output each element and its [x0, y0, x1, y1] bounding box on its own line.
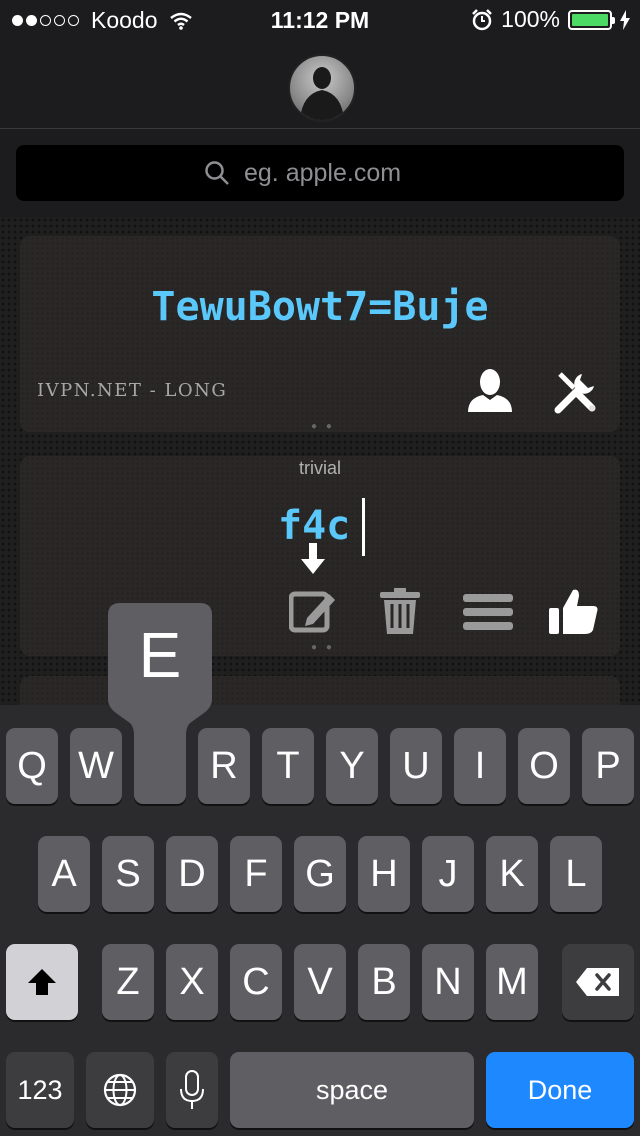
delete-key[interactable]	[562, 944, 634, 1020]
site-label: IVPN.NET - LONG	[37, 380, 228, 401]
key-s[interactable]: S	[102, 836, 154, 912]
mic-icon	[180, 1070, 204, 1109]
key-t[interactable]: T	[262, 728, 314, 804]
search-bar[interactable]	[16, 145, 624, 201]
password-card[interactable]	[20, 236, 620, 432]
key-l[interactable]: L	[550, 836, 602, 912]
search-input[interactable]	[242, 157, 436, 189]
battery-percent: 100%	[501, 6, 560, 32]
strength-label: trivial	[298, 458, 341, 478]
done-key[interactable]: Done	[486, 1052, 634, 1128]
key-z[interactable]: Z	[102, 944, 154, 1020]
menu-icon[interactable]	[463, 592, 513, 632]
key-i[interactable]: I	[454, 728, 506, 804]
edit-icon[interactable]	[289, 588, 337, 634]
globe-key[interactable]	[86, 1052, 154, 1128]
key-j[interactable]: J	[422, 836, 474, 912]
key-x[interactable]: X	[166, 944, 218, 1020]
key-g[interactable]: G	[294, 836, 346, 912]
avatar[interactable]	[288, 54, 356, 122]
battery-fill	[572, 13, 608, 26]
key-v[interactable]: V	[294, 944, 346, 1020]
delete-icon	[576, 968, 619, 996]
key-y[interactable]: Y	[326, 728, 378, 804]
key-a[interactable]: A	[38, 836, 90, 912]
page-indicator: ● ●	[311, 421, 335, 432]
key-o[interactable]: O	[518, 728, 570, 804]
alarm-icon	[472, 8, 493, 30]
generated-password: TewuBowt7=Buje	[151, 284, 489, 330]
tools-icon[interactable]	[552, 368, 600, 416]
key-c[interactable]: C	[230, 944, 282, 1020]
text-caret	[362, 498, 365, 556]
key-f[interactable]: F	[230, 836, 282, 912]
search-bar-container	[0, 129, 640, 217]
mic-key[interactable]	[166, 1052, 218, 1128]
shift-icon	[28, 969, 56, 995]
trash-icon[interactable]	[378, 588, 422, 634]
key-d[interactable]: D	[166, 836, 218, 912]
key-b[interactable]: B	[358, 944, 410, 1020]
globe-icon	[103, 1073, 137, 1107]
key-k[interactable]: K	[486, 836, 538, 912]
battery-icon	[568, 9, 615, 30]
user-icon[interactable]	[466, 368, 514, 414]
status-bar: Koodo 11:12 PM 100%	[0, 0, 640, 40]
user-silhouette-icon	[300, 67, 344, 120]
key-h[interactable]: H	[358, 836, 410, 912]
down-arrow-icon	[301, 543, 325, 574]
key-popup-label: E	[138, 619, 182, 691]
key-q[interactable]: Q	[6, 728, 58, 804]
search-icon	[205, 161, 229, 185]
charging-icon	[620, 9, 630, 30]
app-header	[0, 40, 640, 129]
page-indicator: ● ●	[311, 642, 335, 653]
key-m[interactable]: M	[486, 944, 538, 1020]
thumbs-up-icon[interactable]	[549, 588, 599, 636]
key-n[interactable]: N	[422, 944, 474, 1020]
space-key[interactable]: space	[230, 1052, 474, 1128]
key-p[interactable]: P	[582, 728, 634, 804]
key-u[interactable]: U	[390, 728, 442, 804]
numbers-key[interactable]: 123	[6, 1052, 74, 1128]
shift-key[interactable]	[6, 944, 78, 1020]
status-right: 100%	[471, 6, 630, 33]
